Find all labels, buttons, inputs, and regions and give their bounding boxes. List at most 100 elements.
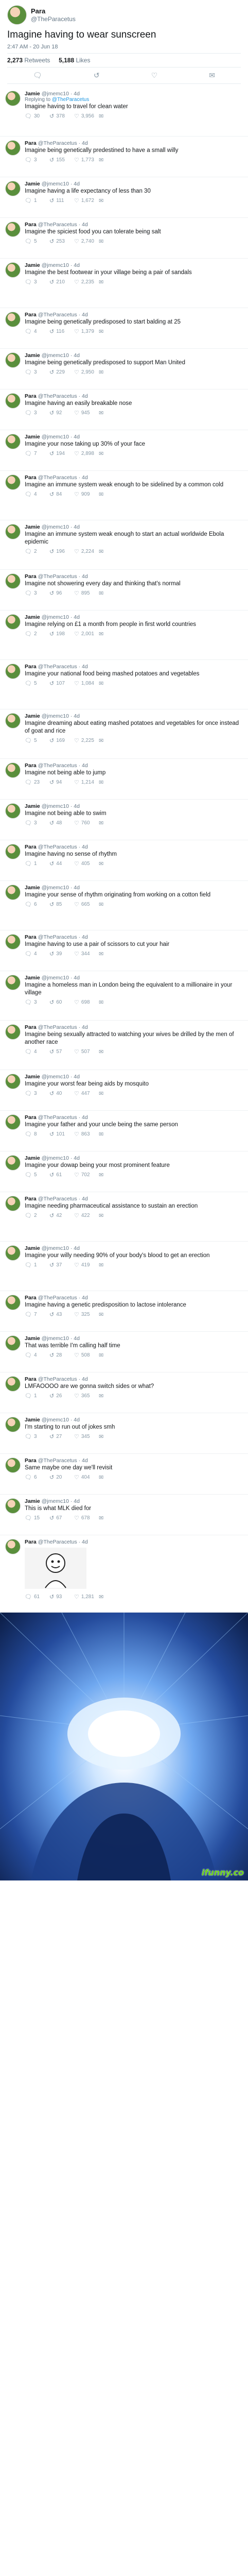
retweet-button[interactable]: ↺ 61	[49, 1172, 74, 1178]
reply-tweet[interactable]: Para @TheParacetus · 4d Imagine not bein…	[0, 759, 248, 800]
tweet-author-handle[interactable]: @TheParacetus · 4d	[38, 474, 88, 481]
envelope-icon[interactable]: ✉	[209, 71, 215, 80]
retweet-button[interactable]: ↺ 93	[49, 1594, 74, 1600]
author-name[interactable]: Para	[31, 7, 76, 15]
reply-tweet[interactable]: Jamie @jmemc10 · 4d Imagine a homeless m…	[0, 971, 248, 1021]
retweet-button[interactable]: ↺ 253	[49, 238, 74, 245]
tweet-author-handle[interactable]: @jmemc10 · 4d	[42, 524, 80, 530]
tweet-author-handle[interactable]: @TheParacetus · 4d	[38, 222, 88, 228]
dm-button[interactable]: ✉	[99, 1352, 123, 1359]
reply-tweet[interactable]: Para @TheParacetus · 4d 🗨 61 ↺ 93 ♡ 1,281 ✉	[0, 1535, 248, 1613]
retweet-button[interactable]: ↺ 169	[49, 737, 74, 744]
tweet-author-name[interactable]: Para	[25, 1114, 37, 1121]
dm-button[interactable]: ✉	[99, 631, 123, 637]
tweet-author-name[interactable]: Para	[25, 140, 37, 146]
dm-button[interactable]: ✉	[99, 1090, 123, 1097]
avatar[interactable]	[5, 614, 21, 630]
avatar[interactable]	[5, 140, 21, 156]
dm-button[interactable]: ✉	[99, 1262, 123, 1268]
tweet-author-name[interactable]: Jamie	[25, 262, 40, 268]
like-button[interactable]: ♡ 665	[74, 901, 99, 908]
reply-button[interactable]: 🗨 61	[25, 1594, 49, 1600]
dm-button[interactable]: ✉	[99, 951, 123, 957]
author-handle[interactable]: @TheParacetus	[31, 15, 76, 23]
reply-button[interactable]: 🗨 23	[25, 779, 49, 786]
tweet-author-name[interactable]: Jamie	[25, 885, 40, 891]
reply-tweet[interactable]: Jamie @jmemc10 · 4d Imagine your dowap b…	[0, 1151, 248, 1192]
tweet-author-name[interactable]: Para	[25, 312, 37, 318]
tweet-author-handle[interactable]: @jmemc10 · 4d	[42, 1335, 80, 1342]
reply-button[interactable]: 🗨 4	[25, 328, 49, 335]
tweet-author-handle[interactable]: @TheParacetus · 4d	[38, 1295, 88, 1301]
reply-tweet[interactable]: Para @TheParacetus · 4d Imagine an immun…	[0, 471, 248, 520]
dm-button[interactable]: ✉	[99, 779, 123, 786]
avatar[interactable]	[5, 663, 21, 679]
retweets-count[interactable]: 2,273	[7, 57, 23, 64]
retweet-button[interactable]: ↺ 20	[49, 1474, 74, 1481]
dm-button[interactable]: ✉	[99, 1311, 123, 1318]
reply-button[interactable]: 🗨 15	[25, 1515, 49, 1521]
dm-button[interactable]: ✉	[99, 901, 123, 908]
avatar[interactable]	[5, 90, 21, 106]
reply-button[interactable]: 🗨 3	[25, 590, 49, 597]
retweet-button[interactable]: ↺ 28	[49, 1352, 74, 1359]
reply-button[interactable]: 🗨 3	[25, 369, 49, 376]
reply-button[interactable]: 🗨 4	[25, 951, 49, 957]
reply-tweet[interactable]: Para @TheParacetus · 4d Imagine being ge…	[0, 308, 248, 349]
reply-button[interactable]: 🗨 2	[25, 631, 49, 637]
tweet-author-name[interactable]: Para	[25, 1024, 37, 1030]
retweet-button[interactable]: ↺ 60	[49, 999, 74, 1006]
like-button[interactable]: ♡ 2,225	[74, 737, 99, 744]
avatar[interactable]	[5, 1245, 21, 1261]
reply-button[interactable]: 🗨 3	[25, 279, 49, 285]
like-button[interactable]: ♡ 2,235	[74, 279, 99, 285]
tweet-author-name[interactable]: Para	[25, 844, 37, 850]
tweet-author-handle[interactable]: @TheParacetus · 4d	[38, 1458, 88, 1464]
tweet-author-name[interactable]: Jamie	[25, 1155, 40, 1161]
like-button[interactable]: ♡ 863	[74, 1131, 99, 1138]
retweet-icon[interactable]: ↺	[94, 71, 100, 80]
reply-tweet[interactable]: Para @TheParacetus · 4d Imagine having a…	[0, 1291, 248, 1332]
like-button[interactable]: ♡ 344	[74, 951, 99, 957]
tweet-author-name[interactable]: Para	[25, 664, 37, 670]
reply-tweet[interactable]: Jamie @jmemc10 · 4d Imagine your worst f…	[0, 1070, 248, 1111]
reply-button[interactable]: 🗨 5	[25, 1172, 49, 1178]
tweet-author-name[interactable]: Para	[25, 393, 37, 399]
like-button[interactable]: ♡ 1,281	[74, 1594, 99, 1600]
dm-button[interactable]: ✉	[99, 1172, 123, 1178]
reply-button[interactable]: 🗨 3	[25, 820, 49, 826]
dm-button[interactable]: ✉	[99, 157, 123, 163]
reply-button[interactable]: 🗨 7	[25, 450, 49, 457]
tweet-author-handle[interactable]: @TheParacetus · 4d	[38, 1024, 88, 1030]
like-button[interactable]: ♡ 404	[74, 1474, 99, 1481]
avatar[interactable]	[5, 221, 21, 237]
tweet-author-handle[interactable]: @jmemc10 · 4d	[42, 262, 80, 268]
retweet-button[interactable]: ↺ 48	[49, 820, 74, 826]
tweet-author-name[interactable]: Jamie	[25, 91, 40, 97]
tweet-author-handle[interactable]: @TheParacetus · 4d	[38, 1539, 88, 1545]
retweet-button[interactable]: ↺ 37	[49, 1262, 74, 1268]
tweet-author-name[interactable]: Jamie	[25, 1498, 40, 1504]
retweet-button[interactable]: ↺ 27	[49, 1433, 74, 1440]
tweet-author-handle[interactable]: @TheParacetus · 4d	[38, 844, 88, 850]
reply-button[interactable]: 🗨 7	[25, 1311, 49, 1318]
like-button[interactable]: ♡ 365	[74, 1393, 99, 1399]
avatar[interactable]	[5, 1294, 21, 1310]
like-button[interactable]: ♡ 2,898	[74, 450, 99, 457]
like-button[interactable]: ♡ 1,773	[74, 157, 99, 163]
avatar[interactable]	[5, 352, 21, 368]
tweet-author-handle[interactable]: @TheParacetus · 4d	[38, 762, 88, 769]
avatar[interactable]	[5, 934, 21, 950]
like-button[interactable]: ♡ 345	[74, 1433, 99, 1440]
tweet-author-handle[interactable]: @jmemc10 · 4d	[42, 1498, 80, 1504]
dm-button[interactable]: ✉	[99, 820, 123, 826]
avatar[interactable]	[5, 1195, 21, 1211]
reply-tweet[interactable]: Para @TheParacetus · 4d Imagine being se…	[0, 1021, 248, 1070]
dm-button[interactable]: ✉	[99, 860, 123, 867]
retweet-button[interactable]: ↺ 39	[49, 951, 74, 957]
reply-button[interactable]: 🗨 2	[25, 548, 49, 555]
tweet-author-handle[interactable]: @TheParacetus · 4d	[38, 934, 88, 940]
tweet-author-name[interactable]: Jamie	[25, 1074, 40, 1080]
retweet-button[interactable]: ↺ 57	[49, 1048, 74, 1055]
reply-button[interactable]: 🗨 5	[25, 238, 49, 245]
